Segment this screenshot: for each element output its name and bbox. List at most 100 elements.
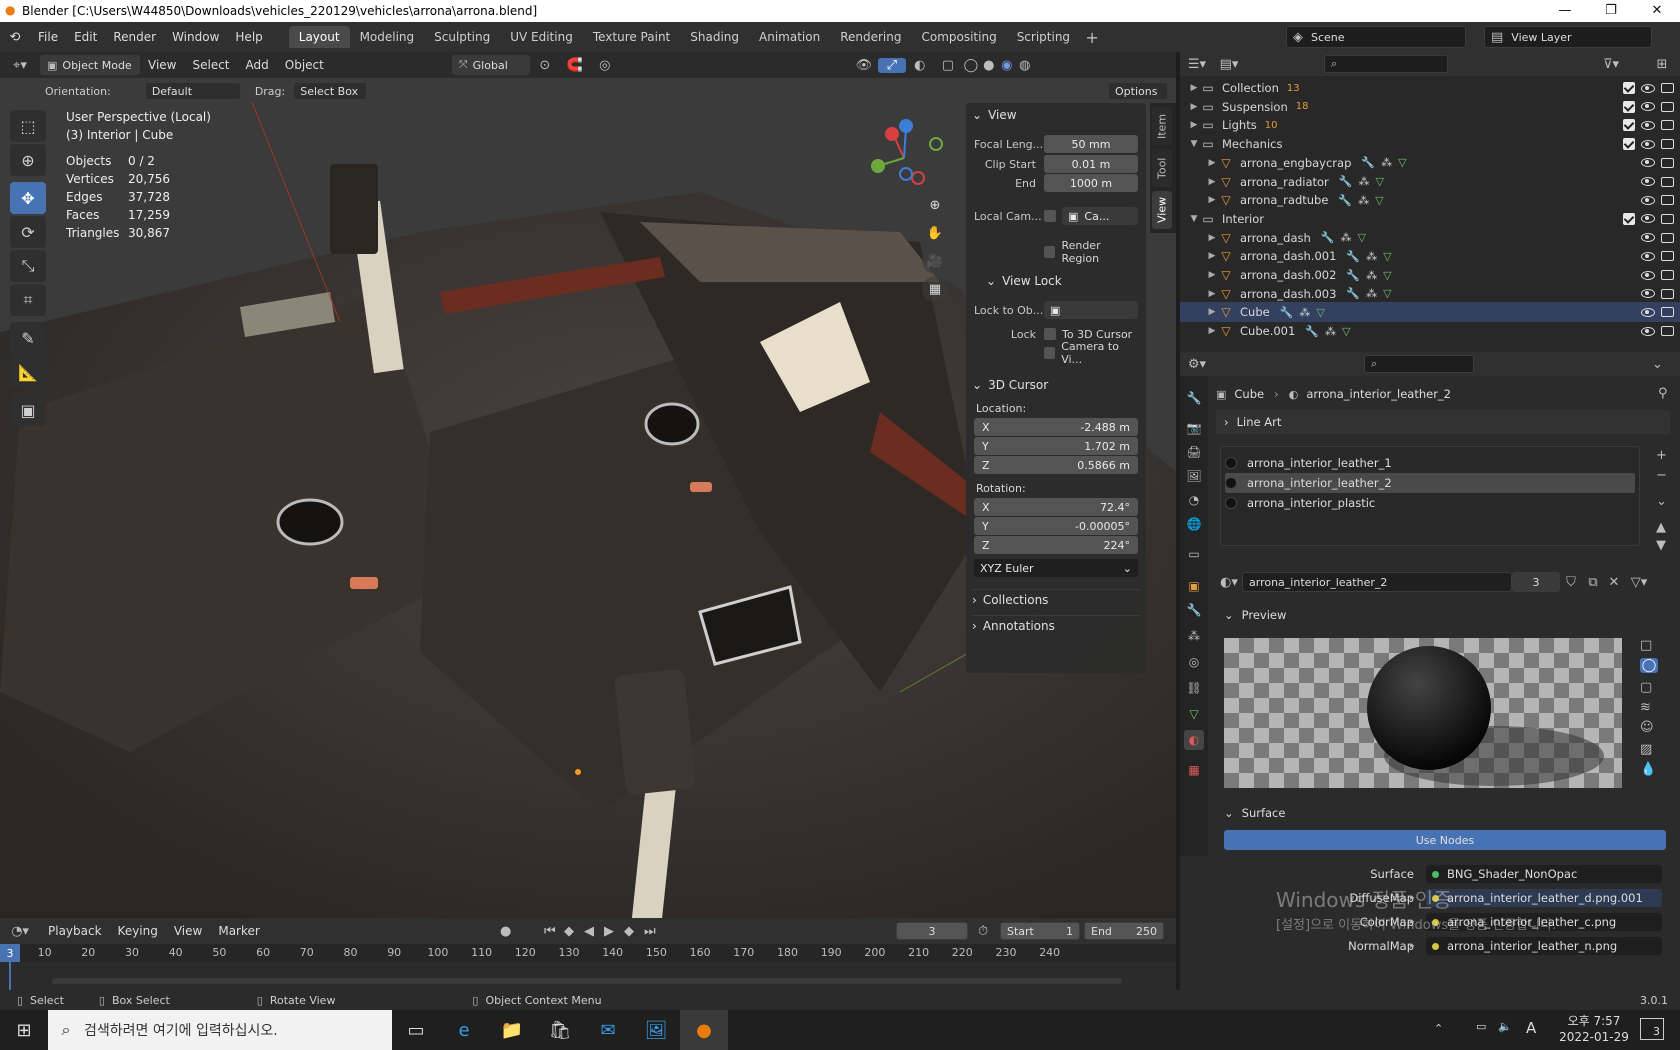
current-frame-field[interactable]: 3 (896, 922, 968, 940)
chevron-right-icon[interactable]: ▶ (1206, 177, 1218, 187)
cursor-location-z[interactable]: Z 0.5866 m (974, 456, 1138, 474)
transform-tool-icon[interactable]: ⌗ (10, 284, 46, 316)
eye-icon[interactable] (1641, 83, 1655, 93)
chevron-right-icon[interactable]: ▶ (1206, 270, 1218, 280)
maximize-icon[interactable]: ❐ (1588, 0, 1634, 22)
surface-socket[interactable]: Surface BNG_Shader_NonOpac (1330, 864, 1680, 884)
chevron-right-icon[interactable]: ▶ (1206, 158, 1218, 168)
file-explorer-icon[interactable]: 📁 (488, 1010, 536, 1050)
tab-item[interactable]: Item (1152, 107, 1172, 145)
exclude-checkbox[interactable] (1623, 138, 1635, 151)
menu-help[interactable]: Help (227, 30, 270, 44)
camera-render-icon[interactable] (1661, 83, 1674, 93)
tab-animation[interactable]: Animation (749, 26, 830, 48)
timeline-editor-icon[interactable]: ◔▾ (0, 924, 40, 939)
camera-render-icon[interactable] (1661, 120, 1674, 131)
line-art-panel-header[interactable]: › Line Art (1216, 410, 1670, 434)
outliner-row[interactable]: ▶ ▽ arrona_radiator 🔧 ⁂ ▽ (1180, 172, 1680, 192)
collections-section-header[interactable]: › Collections (972, 589, 1140, 609)
scene-tab-icon[interactable]: ◔ (1184, 490, 1204, 510)
chevron-right-icon[interactable]: ▶ (1206, 233, 1218, 243)
camera-render-icon[interactable] (1661, 139, 1674, 150)
chevron-down-icon[interactable]: ⌄ (1652, 357, 1663, 372)
chevron-right-icon[interactable]: ▶ (1206, 307, 1218, 317)
eye-icon[interactable] (1641, 102, 1655, 112)
physics-tab-icon[interactable]: ◎ (1184, 652, 1204, 672)
camera-render-icon[interactable] (1661, 195, 1674, 206)
3d-cursor-header[interactable]: ⌄ 3D Cursor (972, 375, 1140, 395)
play-reverse-icon[interactable]: ◀ (584, 924, 594, 939)
preview-monkey-icon[interactable]: ☺ (1640, 720, 1654, 735)
eye-icon[interactable] (1641, 177, 1655, 186)
playhead-frame-label[interactable]: 3 (0, 944, 20, 962)
play-icon[interactable]: ▶ (604, 924, 614, 939)
proportional-edit-icon[interactable]: ◎ (590, 58, 620, 73)
colormap-socket[interactable]: ▸ ColorMap arrona_interior_leather_c.png (1330, 912, 1680, 932)
outliner-row[interactable]: ▼ ▭ Mechanics (1180, 134, 1680, 154)
tab-rendering[interactable]: Rendering (830, 26, 911, 48)
properties-editor-icon[interactable]: ⚙▾ (1180, 357, 1214, 372)
menu-file[interactable]: File (30, 30, 66, 44)
outliner-editor-icon[interactable]: ☰▾ (1180, 57, 1214, 72)
data-tab-icon[interactable]: ▽ (1184, 704, 1204, 724)
particles-tab-icon[interactable]: ⁂ (1184, 626, 1204, 646)
exclude-checkbox[interactable] (1623, 212, 1635, 225)
jump-end-icon[interactable]: ⏭ (644, 924, 656, 939)
playhead-line[interactable] (9, 962, 11, 990)
cursor-location-y[interactable]: Y 1.702 m (974, 437, 1138, 455)
use-nodes-button[interactable]: Use Nodes (1224, 830, 1666, 850)
eye-icon[interactable] (1641, 214, 1655, 224)
tab-compositing[interactable]: Compositing (911, 26, 1006, 48)
diffusemap-socket[interactable]: ▸ DiffuseMap arrona_interior_leather_d.p… (1330, 888, 1680, 908)
pivot-point-icon[interactable]: ⊙ (530, 58, 560, 73)
output-tab-icon[interactable]: 🖨 (1184, 442, 1204, 462)
blender-taskbar-icon[interactable]: ● (680, 1010, 728, 1050)
menu-window[interactable]: Window (164, 30, 227, 44)
drag-selector[interactable]: Select Box (293, 82, 368, 100)
preview-hair-icon[interactable]: ≋ (1640, 700, 1651, 715)
annotations-section-header[interactable]: › Annotations (972, 615, 1140, 635)
select-tool-icon[interactable]: ⬚ (10, 110, 46, 142)
prev-keyframe-icon[interactable]: ◆ (564, 924, 574, 939)
outliner-row[interactable]: ▶ ▭ Collection 13 (1180, 78, 1680, 98)
chevron-right-icon[interactable]: ▶ (1188, 83, 1200, 93)
transform-orientation-selector[interactable]: ⤧ Global (451, 55, 530, 75)
add-slot-icon[interactable]: + (1656, 448, 1667, 463)
link-type-icon[interactable]: ▽▾ (1624, 575, 1654, 590)
collection-tab-icon[interactable]: ▭ (1184, 544, 1204, 564)
menu-edit[interactable]: Edit (66, 30, 105, 44)
rotate-tool-icon[interactable]: ⟳ (10, 216, 46, 248)
view-layer-tab-icon[interactable]: 🖼 (1184, 466, 1204, 486)
object-tab-icon[interactable]: ▣ (1184, 576, 1204, 596)
chevron-right-icon[interactable]: ▶ (1206, 251, 1218, 261)
tray-chevron-up-icon[interactable]: ⌃ (1434, 1022, 1443, 1035)
outliner-row[interactable]: ▶ ▽ arrona_dash.002 🔧 ⁂ ▽ (1180, 265, 1680, 285)
material-users-count[interactable]: 3 (1512, 572, 1560, 592)
snap-icon[interactable]: 🧲 (560, 58, 590, 73)
camera-render-icon[interactable] (1661, 157, 1674, 168)
eye-icon[interactable] (1641, 307, 1655, 317)
outliner-row[interactable]: ▼ ▭ Interior (1180, 209, 1680, 229)
chevron-right-icon[interactable]: ▶ (1188, 120, 1200, 130)
scale-tool-icon[interactable]: ⤡ (10, 250, 46, 282)
duplicate-material-icon[interactable]: ⧉ (1582, 575, 1604, 590)
constraints-tab-icon[interactable]: ⛓ (1184, 678, 1204, 698)
outliner-row[interactable]: ▶ ▽ Cube.001 🔧 ⁂ ▽ (1180, 321, 1680, 341)
zoom-icon[interactable]: ⊕ (922, 192, 948, 218)
minimize-icon[interactable]: — (1542, 0, 1588, 22)
material-name-field[interactable]: arrona_interior_leather_2 (1242, 572, 1512, 592)
camera-render-icon[interactable] (1661, 270, 1674, 280)
local-camera-checkbox[interactable] (1044, 210, 1056, 222)
eye-icon[interactable] (1641, 139, 1655, 149)
camera-render-icon[interactable] (1661, 101, 1674, 112)
chevron-right-icon[interactable]: ▶ (1188, 102, 1200, 112)
preview-panel-header[interactable]: ⌄ Preview (1216, 604, 1670, 626)
viewport-menu-object[interactable]: Object (277, 58, 332, 72)
orientation-selector[interactable]: Default (144, 82, 241, 100)
eye-icon[interactable] (1641, 289, 1655, 299)
local-camera-field[interactable]: ▣ Ca... (1062, 207, 1138, 225)
notification-center-icon[interactable]: 3 (1640, 1018, 1664, 1040)
blender-menu-icon[interactable]: ⟲ (0, 30, 30, 45)
start-frame-field[interactable]: Start 1 (1000, 922, 1080, 940)
eye-icon[interactable] (1641, 158, 1655, 168)
